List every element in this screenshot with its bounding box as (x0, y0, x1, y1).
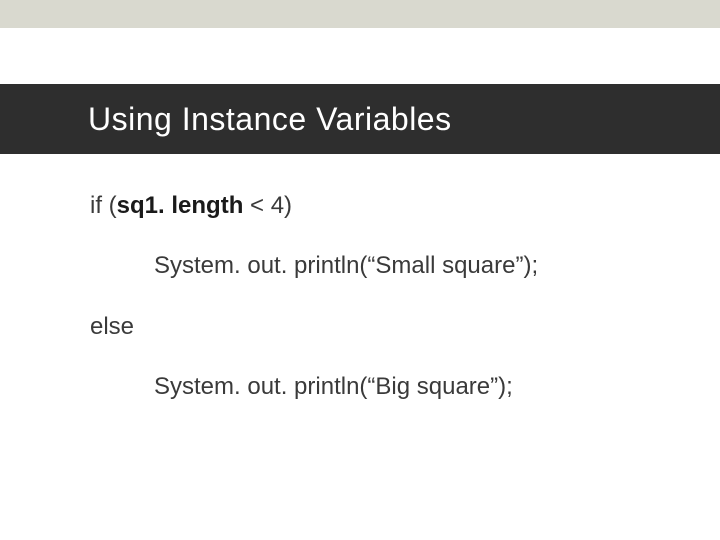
title-band: Using Instance Variables (0, 84, 720, 154)
code-line-1-prefix: if ( (90, 192, 117, 219)
slide-title: Using Instance Variables (88, 101, 452, 138)
code-line-1: if (sq1. length < 4) (90, 190, 680, 222)
code-line-2: System. out. println(“Small square”); (90, 250, 680, 282)
code-line-1-suffix: < 4) (243, 192, 292, 219)
decorative-top-bar (0, 0, 720, 28)
slide-body: if (sq1. length < 4) System. out. printl… (90, 190, 680, 432)
code-line-1-emphasis: sq1. length (117, 192, 244, 219)
code-line-4: System. out. println(“Big square”); (90, 371, 680, 403)
code-line-3: else (90, 311, 680, 343)
